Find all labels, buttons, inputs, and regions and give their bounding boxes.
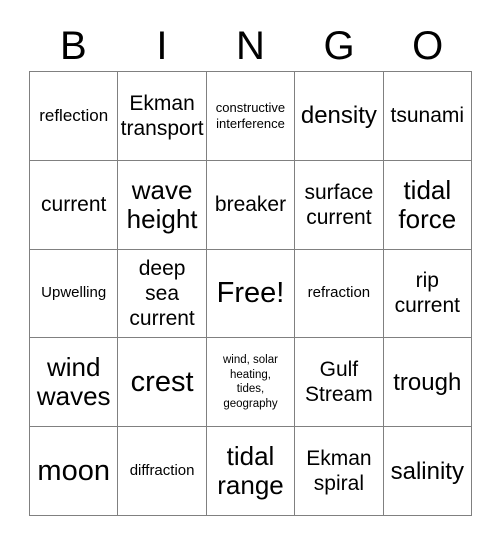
bingo-cell-r5c2[interactable]: diffraction — [118, 427, 207, 516]
bingo-header-letter-1: B — [59, 24, 87, 68]
bingo-header-letter-5: O — [412, 24, 444, 68]
bingo-cell-label-r2c3: breaker — [214, 193, 287, 217]
bingo-cell-r3c5[interactable]: rip current — [383, 249, 472, 339]
bingo-cell-r5c1[interactable]: moon — [30, 427, 119, 516]
bingo-cell-r2c2[interactable]: wave height — [118, 160, 207, 250]
bingo-cell-label-r1c2: Ekman transport — [120, 91, 204, 140]
bingo-cell-r5c4[interactable]: Ekman spiral — [295, 427, 384, 516]
bingo-cell-label-r1c4: density — [300, 102, 377, 130]
bingo-cell-r2c1[interactable]: current — [30, 160, 119, 250]
bingo-cell-label-r5c2: diffraction — [129, 462, 195, 480]
bingo-card: B I N G O reflection Ekman transport construct… — [0, 0, 500, 544]
bingo-cell-label-r1c1: reflection — [39, 105, 109, 125]
bingo-cell-label-r4c4: Gulf Stream — [305, 358, 373, 407]
bingo-cell-label-r4c3: wind, solar heating, tides, geography — [223, 354, 278, 410]
bingo-cell-label-r3c1: Upwelling — [41, 284, 107, 302]
bingo-header-letter-2: I — [156, 24, 168, 68]
bingo-cell-r4c4[interactable]: Gulf Stream — [295, 338, 384, 428]
bingo-cell-label-r1c5: tsunami — [390, 104, 465, 128]
bingo-cell-r4c5[interactable]: trough — [383, 338, 472, 428]
bingo-cell-r4c3[interactable]: wind, solar heating, tides, geography — [206, 338, 296, 428]
bingo-free-space-label: Free! — [216, 276, 285, 309]
bingo-cell-label-r5c3: tidal range — [217, 441, 284, 501]
bingo-cell-r1c2[interactable]: Ekman transport — [118, 72, 207, 161]
bingo-cell-r3c2[interactable]: deep sea current — [118, 249, 207, 339]
bingo-cell-label-r3c4: refraction — [307, 284, 371, 302]
bingo-cell-label-r4c1: wind waves — [36, 352, 111, 412]
bingo-cell-label-r2c4: surface current — [304, 180, 374, 229]
bingo-cell-label-r2c2: wave height — [126, 174, 198, 234]
bingo-cell-r5c3[interactable]: tidal range — [206, 427, 296, 516]
bingo-cell-r1c3[interactable]: constructive interference — [206, 72, 296, 161]
bingo-header-letter-4: G — [323, 24, 355, 68]
bingo-cell-r1c5[interactable]: tsunami — [383, 72, 472, 161]
bingo-cell-r3c4[interactable]: refraction — [295, 249, 384, 339]
bingo-cell-r2c4[interactable]: surface current — [295, 160, 384, 250]
bingo-cell-r4c2[interactable]: crest — [118, 338, 207, 428]
bingo-cell-label-r5c4: Ekman spiral — [306, 447, 372, 496]
bingo-cell-r1c1[interactable]: reflection — [30, 72, 119, 161]
bingo-header-letter-3: N — [236, 24, 265, 68]
bingo-cell-label-r5c5: salinity — [390, 457, 464, 485]
bingo-cell-r3c1[interactable]: Upwelling — [30, 249, 119, 339]
bingo-cell-r5c5[interactable]: salinity — [383, 427, 472, 516]
bingo-cell-r2c3[interactable]: breaker — [206, 160, 296, 250]
bingo-cell-label-r2c5: tidal force — [398, 174, 457, 234]
bingo-cell-label-r2c1: current — [41, 193, 107, 217]
bingo-cell-label-r3c5: rip current — [394, 269, 460, 318]
bingo-cell-label-r4c2: crest — [130, 365, 194, 398]
bingo-cell-label-r1c3: constructive interference — [215, 99, 286, 131]
bingo-cell-label-r5c1: moon — [37, 454, 110, 487]
bingo-cell-label-r4c5: trough — [393, 368, 462, 396]
bingo-cell-r2c5[interactable]: tidal force — [383, 160, 472, 250]
bingo-grid: reflection Ekman transport constructive in… — [29, 71, 472, 516]
bingo-cell-r1c4[interactable]: density — [295, 72, 384, 161]
bingo-header-row: BINGO — [29, 16, 472, 68]
bingo-cell-label-r3c2: deep sea current — [129, 256, 195, 330]
bingo-cell-r4c1[interactable]: wind waves — [30, 338, 119, 428]
bingo-free-space-cell[interactable]: Free! — [206, 249, 296, 339]
